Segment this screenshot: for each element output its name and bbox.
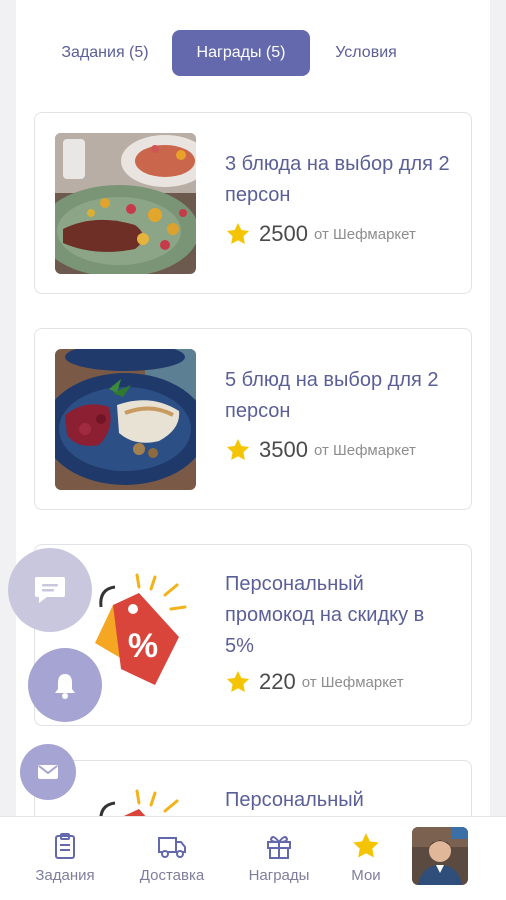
chat-button[interactable] [8, 548, 92, 632]
star-icon [226, 222, 250, 244]
tab-tasks[interactable]: Задания (5) [40, 30, 170, 76]
star-icon [226, 670, 250, 692]
reward-vendor: от Шефмаркет [313, 225, 416, 243]
bell-icon [55, 674, 75, 699]
reward-vendor: от Шефмаркет [313, 441, 416, 459]
reward-title: Персональный [225, 789, 364, 811]
bottom-navigation: Задания Доставка Награды Мои [0, 816, 506, 900]
tab-rewards[interactable]: Награды (5) [172, 30, 310, 76]
reward-price: 2500 от Шефмаркет [225, 219, 416, 249]
nav-label: Доставка [139, 867, 205, 884]
nav-label: Мои [351, 867, 381, 884]
reward-title: 5 блюд на выбор для 2 персон [225, 369, 439, 422]
clipboard-icon [55, 833, 75, 859]
tab-conditions[interactable]: Условия [316, 30, 416, 76]
nav-item-mine[interactable]: Мои [318, 827, 414, 897]
mail-button[interactable] [20, 744, 76, 800]
chat-icon [35, 577, 65, 603]
reward-title: 3 блюда на выбор для 2 персон [225, 153, 450, 206]
reward-price-amount: 2500 [259, 221, 308, 246]
nav-item-rewards[interactable]: Награды [231, 827, 327, 897]
reward-price: 3500 от Шефмаркет [225, 435, 416, 465]
nav-item-delivery[interactable]: Доставка [124, 827, 220, 897]
reward-price-amount: 220 [259, 669, 296, 694]
reward-vendor: от Шефмаркет [301, 673, 404, 691]
nav-item-tasks[interactable]: Задания [17, 827, 113, 897]
avatar[interactable] [412, 827, 468, 885]
nav-label: Задания [35, 867, 95, 884]
mail-icon [38, 765, 58, 779]
reward-price: 220 от Шефмаркет [225, 667, 404, 697]
star-icon [353, 833, 379, 858]
notifications-button[interactable] [28, 648, 102, 722]
gift-icon [267, 836, 291, 859]
truck-icon [158, 837, 186, 858]
tab-bar: Задания (5) Награды (5) Условия [16, 30, 490, 76]
reward-card[interactable]: 5 блюд на выбор для 2 персон 3500 от Шеф… [34, 328, 472, 510]
reward-title: Персональный промокод на скидку в 5% [225, 573, 425, 657]
reward-price-amount: 3500 [259, 437, 308, 462]
reward-card[interactable]: % Персональный промокод на скидку в 5% 2… [34, 544, 472, 726]
nav-label: Награды [248, 867, 310, 884]
reward-card[interactable]: 3 блюда на выбор для 2 персон 2500 от Ше… [34, 112, 472, 294]
svg-text:%: % [128, 627, 158, 665]
fish-dish-image [55, 349, 196, 490]
star-icon [226, 438, 250, 460]
steak-dish-image [55, 133, 196, 274]
